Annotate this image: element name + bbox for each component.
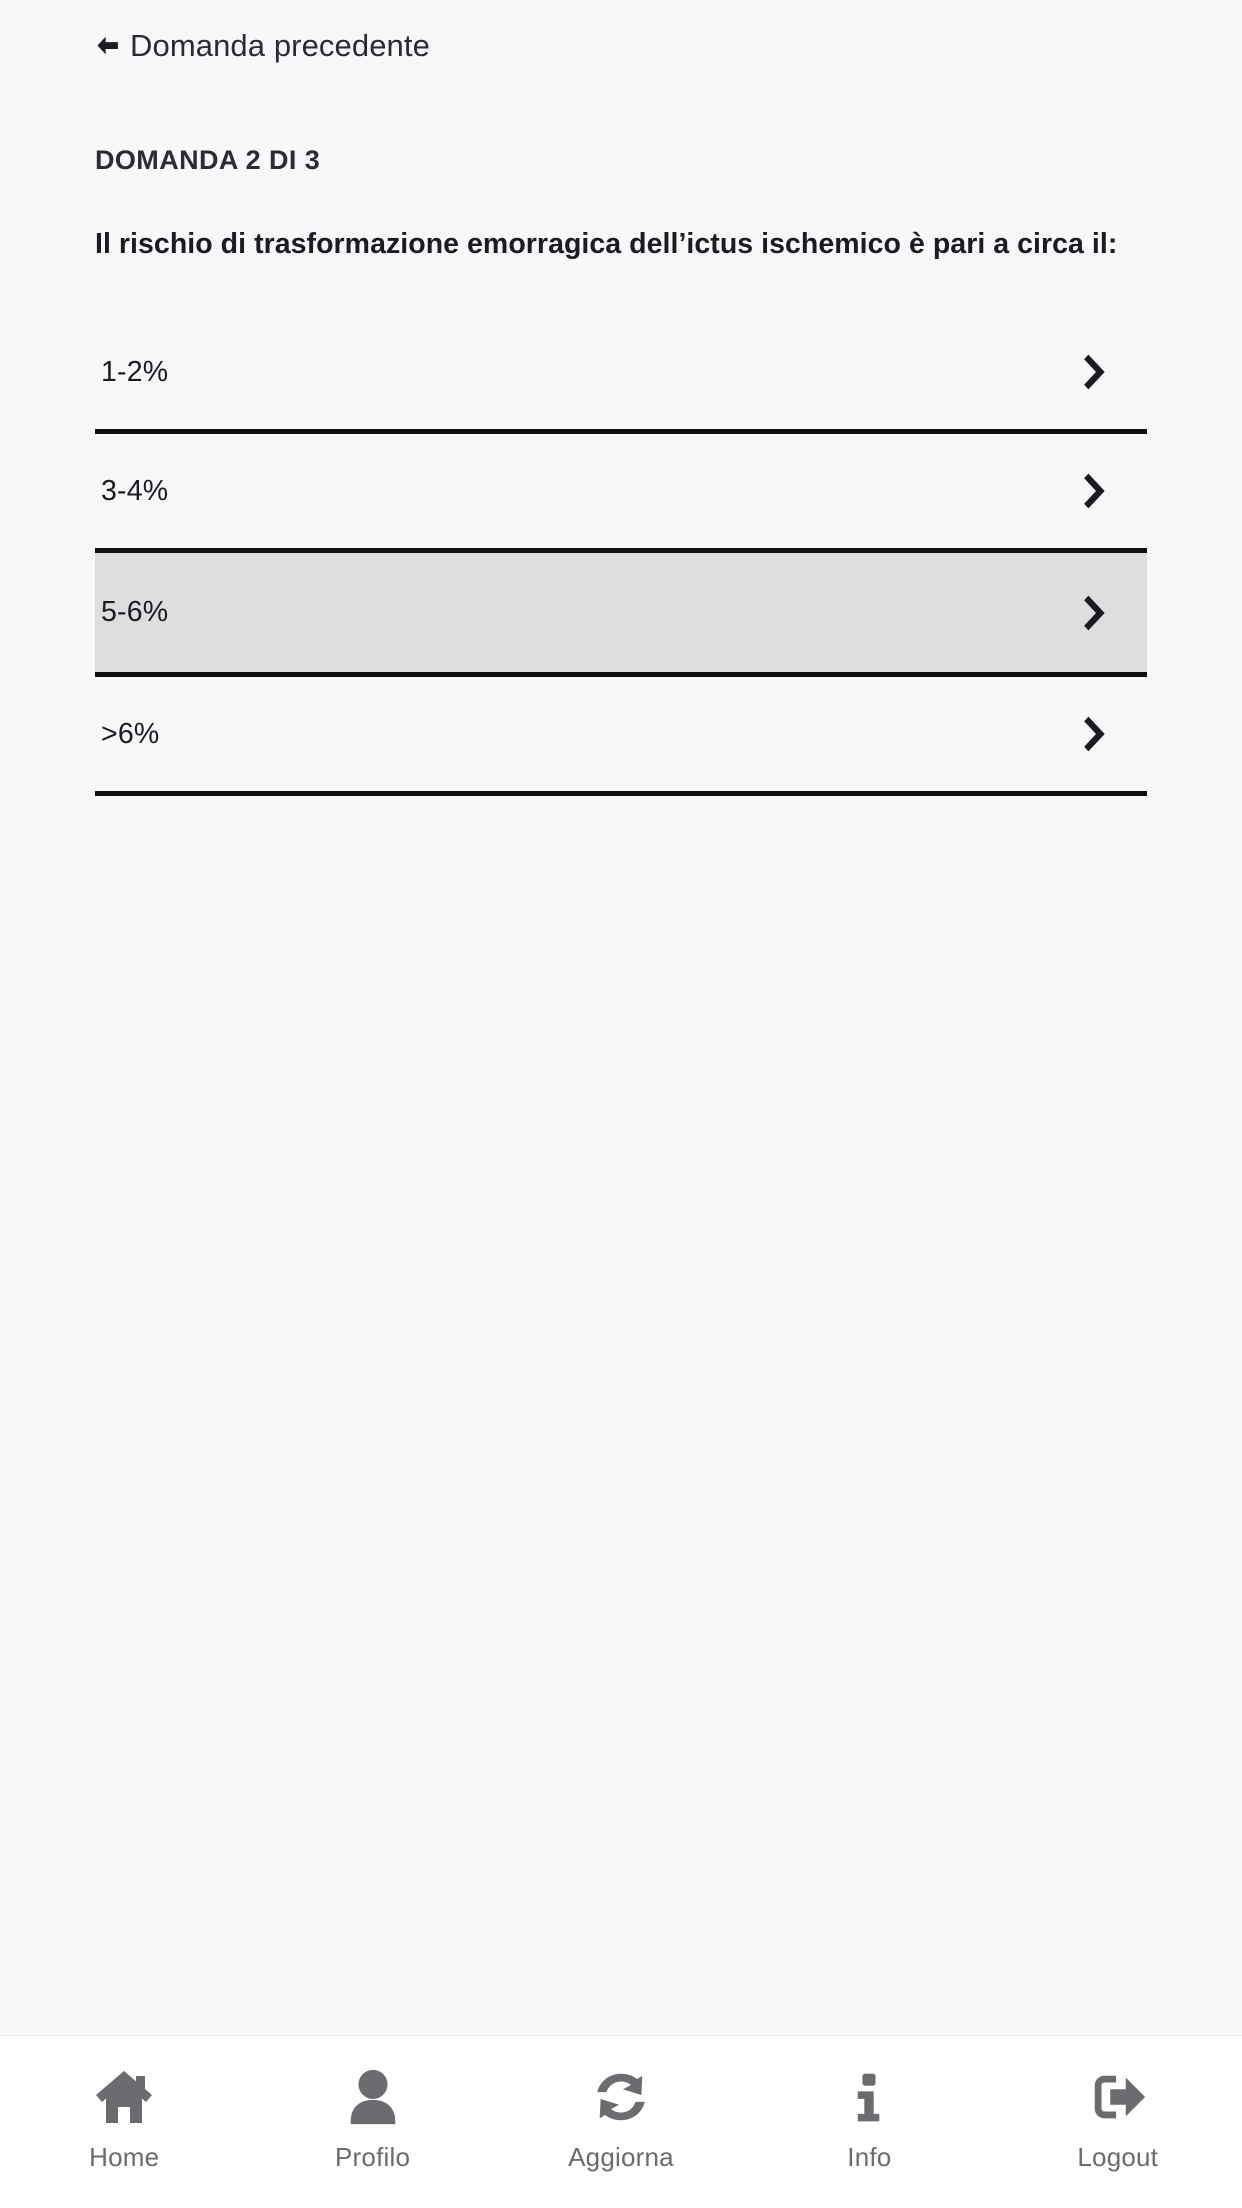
- chevron-right-icon[interactable]: [1083, 594, 1109, 632]
- nav-item-label: Aggiorna: [568, 2142, 674, 2172]
- logout-icon: [1081, 2060, 1155, 2134]
- nav-item-profilo[interactable]: Profilo: [273, 2060, 473, 2170]
- answer-row[interactable]: 3-4%: [95, 434, 1147, 553]
- nav-item-label: Home: [89, 2142, 160, 2172]
- question-text: Il rischio di trasformazione emorragica …: [95, 228, 1118, 260]
- answer-row[interactable]: 1-2%: [95, 315, 1147, 434]
- chevron-right-icon[interactable]: [1083, 472, 1109, 510]
- chevron-right-icon[interactable]: [1083, 715, 1109, 753]
- nav-item-logout[interactable]: Logout: [1018, 2060, 1218, 2170]
- answer-label: >6%: [101, 717, 160, 750]
- answer-label: 1-2%: [101, 355, 169, 388]
- answer-row[interactable]: 5-6%: [95, 548, 1147, 677]
- info-icon: [832, 2060, 906, 2134]
- question-counter: DOMANDA 2 DI 3: [95, 145, 321, 175]
- bottom-navigation-bar: Home Profilo Aggiorna Info Logout: [0, 2035, 1242, 2208]
- refresh-icon: [584, 2060, 658, 2134]
- answer-label: 3-4%: [101, 474, 169, 507]
- back-label: Domanda precedente: [130, 28, 430, 63]
- nav-item-label: Logout: [1077, 2142, 1159, 2172]
- answer-label: 5-6%: [101, 596, 169, 629]
- answer-row[interactable]: >6%: [95, 677, 1147, 796]
- app-screen: Domanda precedente DOMANDA 2 DI 3 Il ris…: [0, 0, 1242, 2208]
- nav-item-label: Info: [847, 2142, 892, 2172]
- home-icon: [87, 2060, 161, 2134]
- answers-list: 1-2% 3-4% 5-6% >6%: [95, 315, 1147, 796]
- arrow-left-icon: [95, 33, 120, 58]
- nav-item-home[interactable]: Home: [24, 2060, 224, 2170]
- user-icon: [336, 2060, 410, 2134]
- content-area: Domanda precedente DOMANDA 2 DI 3 Il ris…: [0, 0, 1242, 2035]
- chevron-right-icon[interactable]: [1083, 353, 1109, 391]
- back-to-previous-question-button[interactable]: Domanda precedente: [95, 30, 430, 61]
- nav-item-info[interactable]: Info: [769, 2060, 969, 2170]
- nav-item-aggiorna[interactable]: Aggiorna: [521, 2060, 721, 2170]
- nav-item-label: Profilo: [335, 2142, 411, 2172]
